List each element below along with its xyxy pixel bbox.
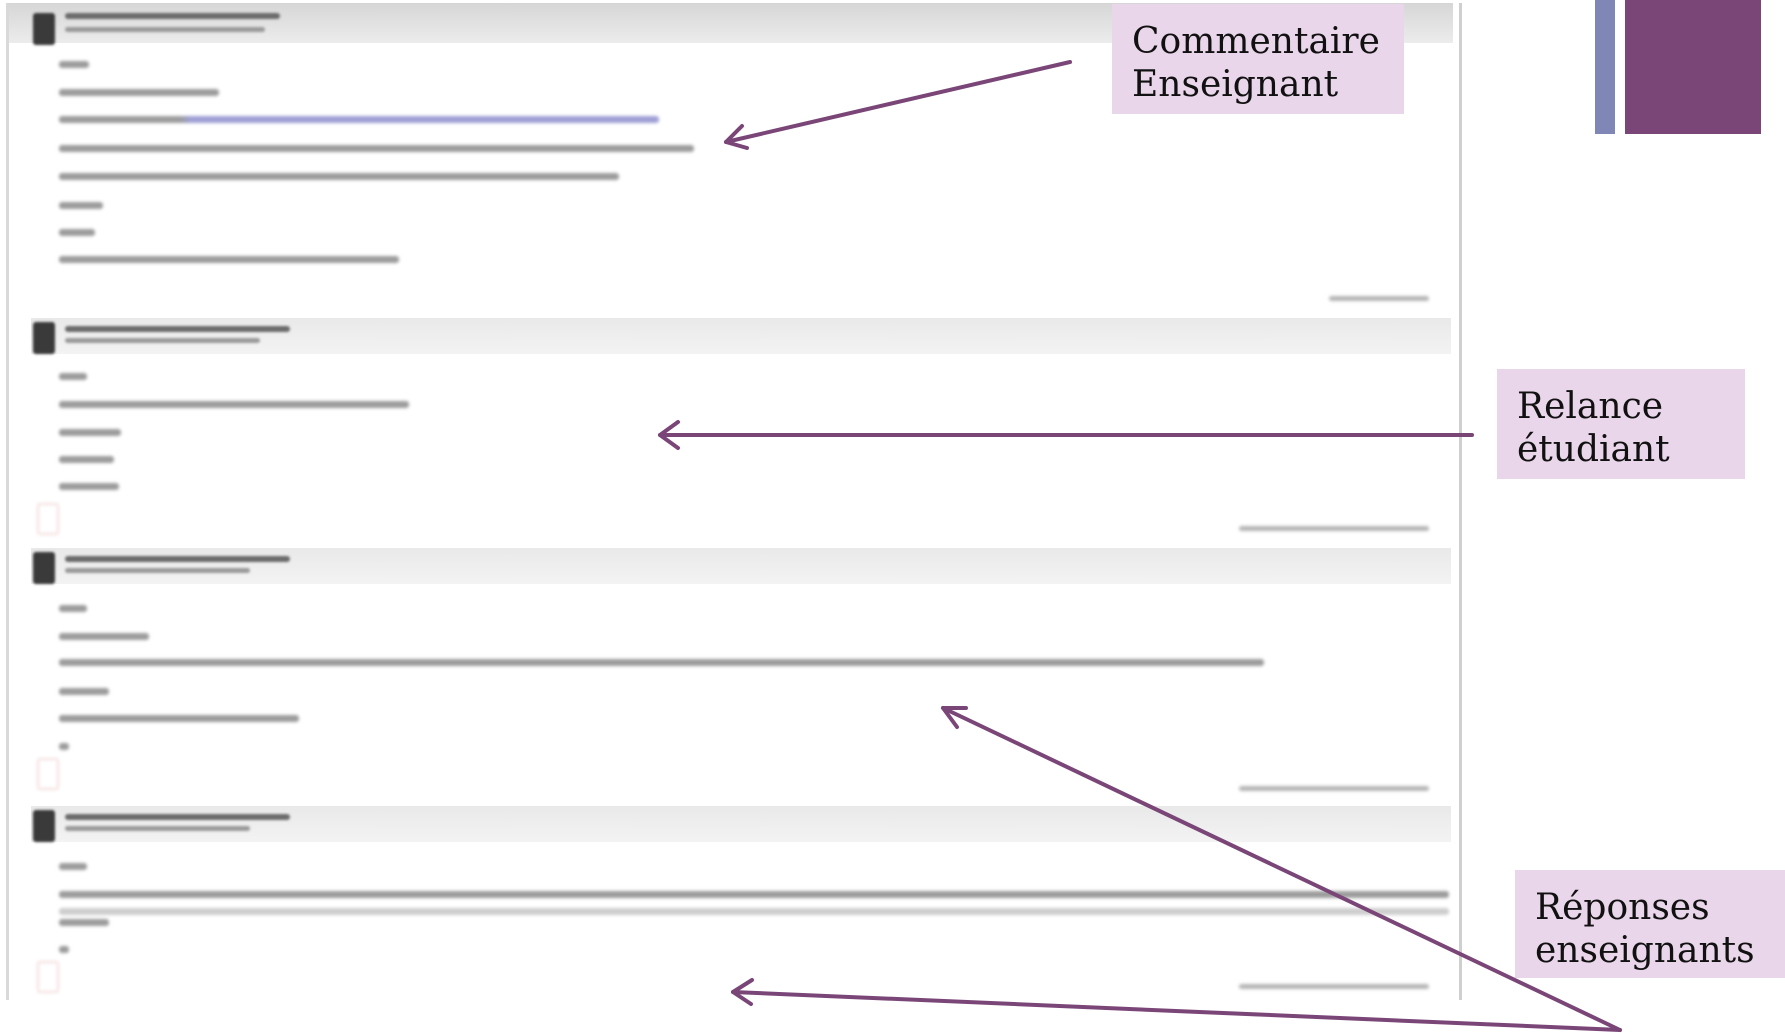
post-body-line	[59, 429, 121, 436]
post-body-line	[59, 483, 119, 490]
post-subject	[65, 814, 290, 820]
post-body-line	[59, 202, 103, 209]
callout-line: Commentaire	[1132, 21, 1380, 62]
post-footer-links	[1239, 984, 1429, 989]
callout-line: Réponses	[1535, 887, 1710, 928]
forum-screenshot	[6, 3, 1462, 1000]
post-body-line	[59, 373, 87, 380]
edit-icon	[37, 503, 59, 535]
post-subject	[65, 13, 280, 19]
slide: Commentaire Enseignant Relance étudiant …	[0, 0, 1785, 1033]
avatar-icon	[33, 552, 55, 584]
edit-icon	[37, 758, 59, 790]
post-body-line	[59, 715, 299, 722]
post-body-line	[59, 256, 399, 263]
post-header	[31, 806, 1451, 842]
post-body-line	[59, 688, 109, 695]
forum-post-teacher-reply	[9, 548, 1453, 803]
post-body-line	[59, 659, 1264, 666]
post-author-date	[65, 826, 250, 831]
callout-line: étudiant	[1517, 429, 1670, 470]
post-body-line	[59, 456, 114, 463]
post-body-line	[59, 229, 95, 236]
avatar-icon	[33, 13, 55, 45]
callout-line: enseignants	[1535, 930, 1755, 971]
callout-line: Enseignant	[1132, 64, 1339, 105]
post-footer-links	[1239, 526, 1429, 531]
post-footer-links	[1329, 296, 1429, 301]
callout-line: Relance	[1517, 386, 1664, 427]
post-subject	[65, 556, 290, 562]
post-body-line	[59, 919, 109, 926]
forum-post-teacher-reply	[9, 806, 1453, 1000]
post-body-line	[59, 605, 87, 612]
decorative-bar-thick	[1625, 0, 1761, 134]
post-body-line	[59, 863, 87, 870]
avatar-icon	[33, 322, 55, 354]
post-author-date	[65, 568, 250, 573]
post-author-date	[65, 27, 265, 32]
post-body-line	[59, 908, 1449, 915]
post-body-line	[59, 401, 409, 408]
post-header	[31, 318, 1451, 354]
post-body-line	[59, 946, 69, 953]
post-footer-links	[1239, 786, 1429, 791]
post-body-line	[59, 743, 69, 750]
forum-post-student-followup	[9, 318, 1453, 543]
avatar-icon	[33, 810, 55, 842]
post-author-date	[65, 338, 260, 343]
post-body-line	[59, 173, 619, 180]
post-body-line	[59, 145, 694, 152]
post-body-line	[59, 61, 89, 68]
post-subject	[65, 326, 290, 332]
post-body-line	[59, 89, 219, 96]
post-body-line	[59, 633, 149, 640]
callout-commentaire-enseignant: Commentaire Enseignant	[1112, 4, 1404, 114]
post-header	[31, 548, 1451, 584]
decorative-bar-thin	[1595, 0, 1615, 134]
callout-reponses-enseignants: Réponses enseignants	[1515, 870, 1785, 978]
callout-relance-etudiant: Relance étudiant	[1497, 369, 1745, 479]
edit-icon	[37, 961, 59, 993]
post-body-link-line	[59, 116, 659, 123]
post-body-line	[59, 891, 1449, 898]
